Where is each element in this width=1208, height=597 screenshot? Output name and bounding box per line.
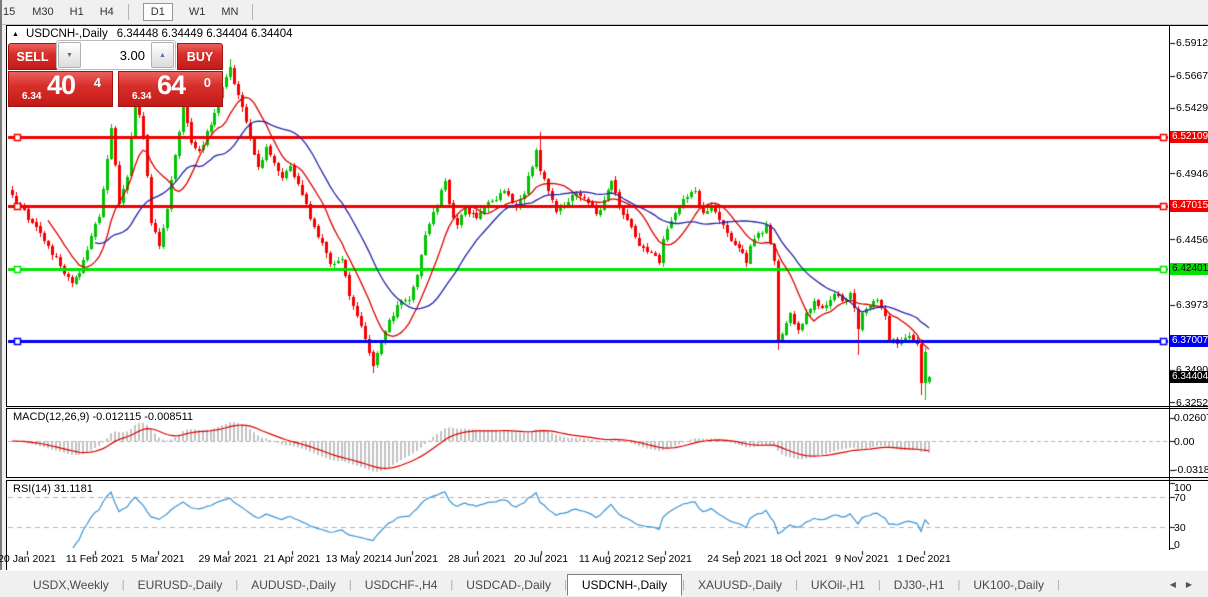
price-axis-tick: 6.59120 bbox=[1176, 37, 1208, 49]
time-axis-label: 1 Dec 2021 bbox=[897, 553, 951, 565]
volume-increase-button[interactable]: ▲ bbox=[151, 42, 174, 68]
symbol-tab-audusd-daily[interactable]: AUDUSD-,Daily bbox=[238, 575, 349, 595]
buy-price-pip-digit: 0 bbox=[203, 75, 211, 90]
one-click-trading-panel: SELL ▼ 3.00 ▲ BUY 6.34 40 4 6.34 64 0 bbox=[8, 40, 223, 107]
symbol-tab-ukoil-h1[interactable]: UKOil-,H1 bbox=[798, 575, 878, 595]
macd-axis-tick: -0.03187 bbox=[1174, 464, 1208, 477]
price-badge: 6.37007 bbox=[1170, 335, 1208, 348]
trading-terminal-window: 15M30H1H4D1W1MN ▲ USDCNH-,Daily 6.34448 … bbox=[0, 0, 1208, 597]
macd-values: -0.012115 -0.008511 bbox=[92, 411, 193, 423]
price-axis-tick: 6.32520 bbox=[1176, 396, 1208, 409]
symbol-tab-usdcnh-daily[interactable]: USDCNH-,Daily bbox=[566, 573, 683, 596]
sell-price-base: 6.34 bbox=[22, 91, 42, 102]
buy-price-big-digits: 64 bbox=[157, 70, 186, 100]
tab-scroll-left-icon: ◀ bbox=[1169, 580, 1186, 589]
symbol-tab-uk100-daily[interactable]: UK100-,Daily bbox=[960, 575, 1057, 595]
collapse-triangle-icon[interactable]: ▲ bbox=[12, 31, 19, 38]
sell-price-big-digits: 40 bbox=[47, 70, 76, 100]
macd-axis-tick: 0.02607 bbox=[1174, 412, 1208, 425]
price-badge: 6.34404 bbox=[1170, 370, 1208, 383]
buy-price-box[interactable]: 6.34 64 0 bbox=[118, 70, 223, 107]
symbol-tab-dj30-h1[interactable]: DJ30-,H1 bbox=[881, 575, 958, 595]
price-axis-tick: 6.44560 bbox=[1176, 233, 1208, 246]
volume-decrease-button[interactable]: ▼ bbox=[58, 42, 81, 68]
price-axis-tick: 6.39730 bbox=[1176, 299, 1208, 312]
volume-input[interactable]: 3.00 bbox=[82, 41, 150, 69]
rsi-axis-tick: 30 bbox=[1174, 521, 1186, 534]
chart-title: ▲ USDCNH-,Daily 6.34448 6.34449 6.34404 … bbox=[12, 28, 293, 40]
macd-axis-tick: 0.00 bbox=[1174, 435, 1195, 448]
tab-separator: | bbox=[1057, 578, 1060, 591]
symbol-tab-xauusd-daily[interactable]: XAUUSD-,Daily bbox=[685, 575, 795, 595]
price-badge: 6.42401 bbox=[1170, 262, 1208, 275]
chart-symbol-label: USDCNH-,Daily bbox=[25, 28, 108, 40]
sell-price-box[interactable]: 6.34 40 4 bbox=[8, 70, 113, 107]
volume-stepper: ▼ 3.00 ▲ bbox=[56, 40, 176, 70]
price-badge: 6.52109 bbox=[1170, 131, 1208, 144]
symbol-tab-usdcad-daily[interactable]: USDCAD-,Daily bbox=[453, 575, 564, 595]
macd-indicator-title: MACD(12,26,9) -0.012115 -0.008511 bbox=[13, 411, 193, 423]
sell-button[interactable]: SELL bbox=[8, 43, 57, 70]
rsi-axis-tick: 70 bbox=[1174, 491, 1186, 504]
symbol-tab-usdx-weekly[interactable]: USDX,Weekly bbox=[20, 575, 122, 595]
price-axis-tick: 6.49460 bbox=[1176, 167, 1208, 180]
sell-price-pip-digit: 4 bbox=[93, 75, 101, 90]
price-badge: 6.47015 bbox=[1170, 200, 1208, 213]
tab-scroll-arrows[interactable]: ◀▶ bbox=[1170, 580, 1202, 589]
symbol-tab-usdchf-h4[interactable]: USDCHF-,H4 bbox=[352, 575, 451, 595]
price-axis-tick: 6.54290 bbox=[1176, 102, 1208, 115]
chart-ohlc-quotes: 6.34448 6.34449 6.34404 6.34404 bbox=[116, 28, 293, 40]
buy-button[interactable]: BUY bbox=[177, 43, 223, 70]
rsi-axis-tick: 0 bbox=[1174, 539, 1180, 551]
symbol-tab-bar: USDX,Weekly | EURUSD-,Daily | AUDUSD-,Daily |… bbox=[0, 570, 1208, 597]
buy-price-base: 6.34 bbox=[132, 91, 152, 102]
symbol-tab-eurusd-daily[interactable]: EURUSD-,Daily bbox=[125, 575, 236, 595]
rsi-indicator-title: RSI(14) 31.1181 bbox=[13, 483, 93, 495]
price-axis-tick: 6.56670 bbox=[1176, 70, 1208, 83]
tab-scroll-right-icon: ▶ bbox=[1185, 580, 1202, 589]
rsi-value: 31.1181 bbox=[53, 483, 93, 495]
